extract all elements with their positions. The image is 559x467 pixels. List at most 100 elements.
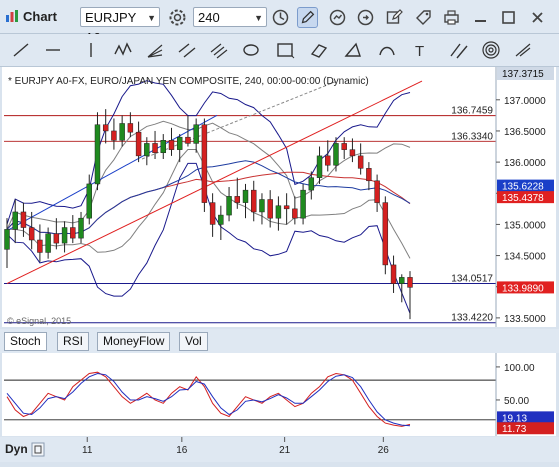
tab-vol[interactable]: Vol — [179, 332, 208, 351]
chevron-down-icon[interactable]: ▼ — [147, 8, 156, 28]
window-title: Chart — [23, 9, 57, 24]
candle-body — [20, 211, 27, 228]
candle-body — [111, 130, 117, 141]
indicator-tabs: Stoch RSI MoneyFlow Vol — [0, 329, 559, 353]
chart-watermark: © eSignal, 2015 — [7, 316, 71, 326]
candle-body — [374, 180, 380, 203]
horizontal-line-tool-icon[interactable] — [42, 39, 64, 61]
minimize-icon[interactable] — [470, 7, 491, 28]
vertical-line-tool-icon[interactable] — [80, 39, 102, 61]
candle-body — [325, 155, 331, 166]
arc-tool-icon[interactable] — [376, 39, 398, 61]
candle-body — [185, 136, 191, 144]
candle-body — [144, 143, 150, 157]
price-tag-label: 135.6228 — [502, 182, 544, 193]
edit-icon[interactable] — [384, 7, 405, 28]
candle-body — [390, 264, 397, 284]
candle-body — [242, 189, 249, 203]
horizontal-level-label: 136.3340 — [451, 131, 493, 142]
time-axis-label: 16 — [176, 445, 188, 456]
chart-title: * EURJPY A0-FX, EURO/JAPAN YEN COMPOSITE… — [8, 76, 369, 87]
tab-rsi[interactable]: RSI — [57, 332, 90, 351]
dyn-button[interactable] — [31, 442, 45, 457]
trendline-tool-icon[interactable] — [10, 39, 32, 61]
print-icon[interactable] — [441, 7, 462, 28]
interval-gear-icon[interactable] — [167, 7, 188, 28]
candle-body — [176, 136, 183, 150]
candle-body — [333, 143, 339, 166]
candle-body — [168, 140, 175, 150]
ellipse-tool-icon[interactable] — [240, 39, 262, 61]
candle-body — [94, 124, 101, 185]
maximize-icon[interactable] — [498, 7, 519, 28]
candle-body — [45, 233, 51, 253]
candle-body — [300, 189, 306, 219]
close-icon[interactable] — [527, 7, 548, 28]
rectangle-tool-icon[interactable] — [274, 39, 296, 61]
refresh-icon[interactable] — [327, 7, 348, 28]
candle-body — [349, 149, 356, 157]
chart-titlebar: Chart EURJPY A0- ▼ 240 ▼ — [0, 0, 559, 45]
candle-body — [119, 123, 125, 141]
price-axis-label: 136.5000 — [504, 127, 546, 138]
candle-body — [407, 277, 413, 288]
candle-body — [201, 124, 208, 203]
parallel-lines-tool-icon[interactable] — [448, 39, 470, 61]
candle-body — [283, 205, 290, 210]
stoch-value-label: 11.73 — [502, 424, 527, 435]
candle-body — [382, 202, 389, 266]
price-axis-label: 134.5000 — [504, 252, 546, 263]
horizontal-level-label: 136.7459 — [451, 106, 493, 117]
dyn-label: Dyn — [5, 442, 28, 456]
inner-upper-band — [6, 120, 411, 230]
bollinger-lower-band — [6, 162, 411, 314]
candle-body — [292, 208, 298, 219]
candle-body — [12, 211, 18, 230]
tag-icon[interactable] — [413, 7, 434, 28]
interval-value: 240 — [198, 10, 220, 25]
price-chart-svg: 136.7459 136.3340 134.0517 133.4220 137.000… — [4, 67, 554, 327]
target-tool-icon[interactable] — [480, 39, 502, 61]
more-tools-icon[interactable] — [512, 39, 534, 61]
stochastic-pane[interactable]: 100.00 50.00 19.13 11.73 — [2, 353, 556, 436]
interval-field[interactable]: 240 ▼ — [193, 7, 267, 27]
candle-body — [152, 143, 158, 154]
time-axis-label: 21 — [279, 445, 291, 456]
text-tool-icon[interactable]: T — [410, 39, 432, 61]
stoch-d-line — [6, 372, 411, 427]
price-axis-label: 135.0000 — [504, 220, 546, 231]
bollinger-upper-band — [6, 80, 411, 225]
drawing-toolbar: T — [0, 34, 559, 67]
candle-body — [259, 199, 265, 213]
chart-window-icon — [6, 10, 18, 22]
candle-body — [226, 196, 232, 216]
triangle-tool-icon[interactable] — [342, 39, 364, 61]
price-tag-label: 135.4378 — [502, 193, 544, 204]
stochastic-chart-svg: 100.0050.00 19.1311.73 — [4, 353, 554, 436]
candle-body — [357, 155, 364, 169]
fan-tool-icon[interactable] — [144, 39, 166, 61]
time-axis-bar: Dyn 11 16 21 26 — [0, 437, 559, 462]
cycles-tool-icon[interactable] — [208, 39, 230, 61]
candle-body — [127, 123, 134, 133]
candle-body — [341, 143, 347, 150]
candle-body — [37, 239, 43, 253]
inner-lower-band — [7, 149, 411, 259]
symbol-field[interactable]: EURJPY A0- ▼ — [80, 7, 160, 45]
zigzag-tool-icon[interactable] — [112, 39, 134, 61]
price-chart[interactable]: 136.7459 136.3340 134.0517 133.4220 137.000… — [2, 67, 556, 327]
tab-stoch[interactable]: Stoch — [4, 332, 47, 351]
diamond-tool-icon[interactable] — [308, 39, 330, 61]
tab-moneyflow[interactable]: MoneyFlow — [97, 332, 171, 351]
price-axis-label: 133.5000 — [504, 314, 546, 325]
clock-icon[interactable] — [270, 7, 291, 28]
pencil-icon[interactable] — [297, 7, 318, 28]
candle-body — [53, 233, 60, 244]
price-axis-label: 137.0000 — [504, 96, 546, 107]
time-axis-label: 26 — [378, 445, 390, 456]
candle-body — [160, 140, 166, 154]
channel-tool-icon[interactable] — [176, 39, 198, 61]
candle-body — [399, 277, 405, 284]
link-icon[interactable] — [355, 7, 376, 28]
chevron-down-icon[interactable]: ▼ — [254, 8, 263, 28]
